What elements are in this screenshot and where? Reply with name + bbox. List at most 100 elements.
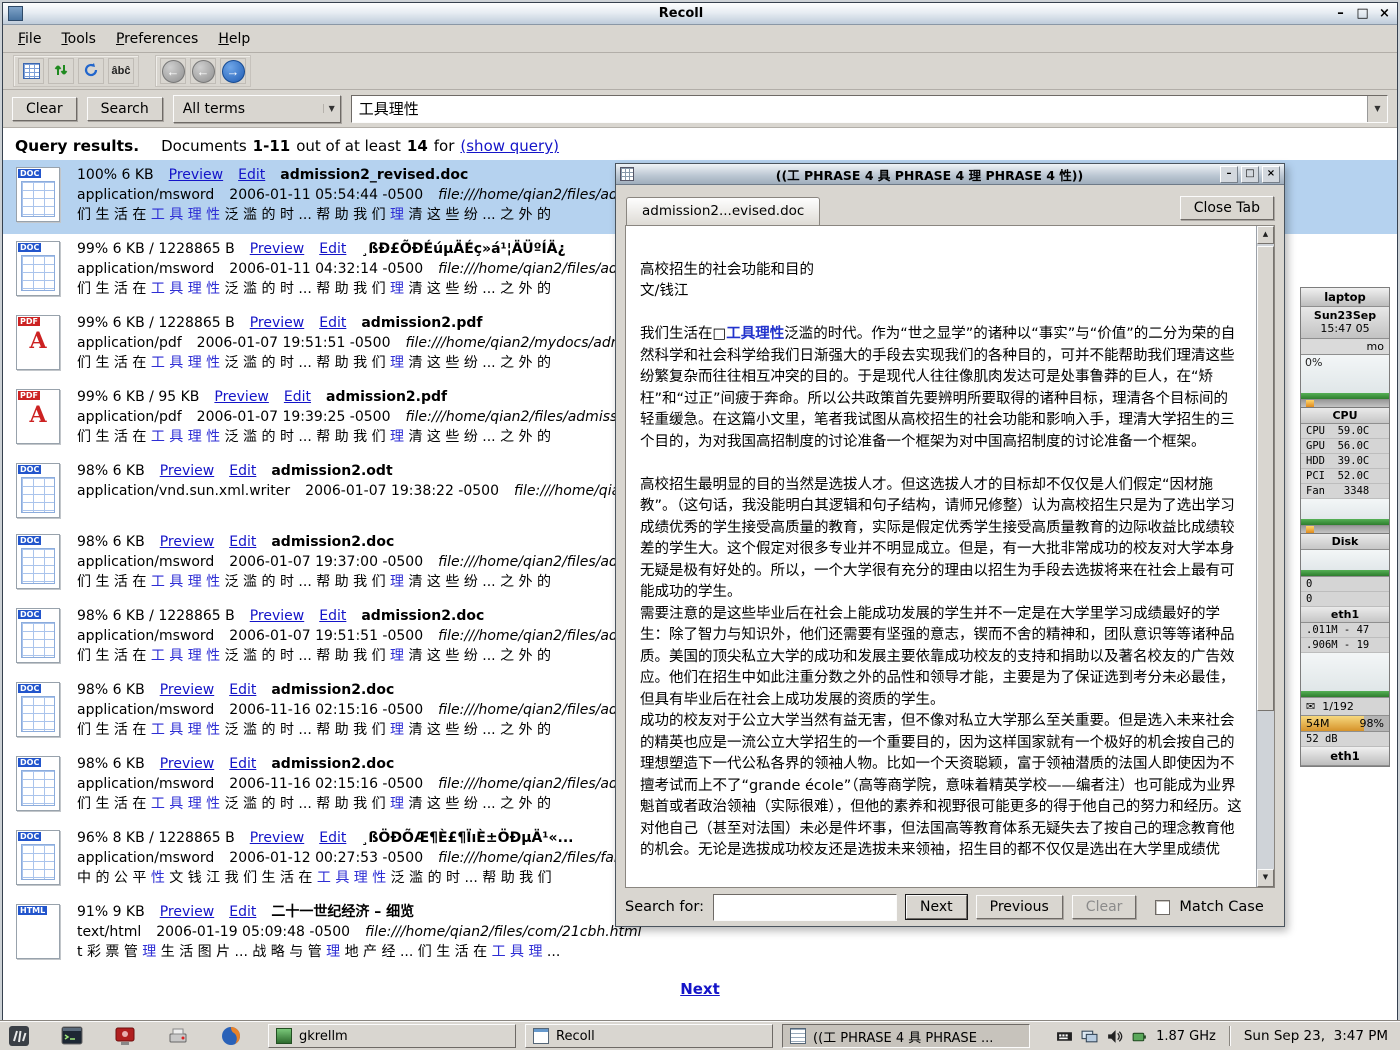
menu-item-preferences[interactable]: Preferences [107,27,207,51]
scroll-up-arrow[interactable]: ▲ [1257,226,1274,244]
close-tab-button[interactable]: Close Tab [1180,196,1274,220]
prev-page-button[interactable]: ← [190,58,216,84]
preview-scrollbar[interactable]: ▲ ▼ [1256,226,1274,887]
result-preview-link[interactable]: Preview [250,313,305,333]
close-button[interactable]: × [1377,6,1392,21]
table-view-button[interactable] [18,58,44,84]
gkrellm-date: Sun23Sep [1301,309,1389,322]
volume-icon[interactable] [1106,1028,1123,1045]
next-page-link[interactable]: Next [680,980,720,998]
window-icon[interactable] [8,6,23,21]
result-preview-link[interactable]: Preview [250,606,305,626]
result-title: 二十一世纪经济 – 细览 [271,902,414,922]
show-query-link[interactable]: (show query) [460,137,559,155]
menu-item-file[interactable]: File [9,27,50,51]
result-preview-link[interactable]: Preview [160,461,215,481]
find-clear-button[interactable]: Clear [1072,895,1137,919]
preview-close-button[interactable]: × [1262,166,1280,183]
search-query-input[interactable] [352,96,1367,122]
result-mimetype: application/vnd.sun.xml.writer [77,481,290,501]
scrollbar-thumb[interactable] [1257,246,1274,711]
result-edit-link[interactable]: Edit [319,239,346,259]
find-previous-button[interactable]: Previous [976,895,1063,919]
result-score-size: 98% 6 KB / 1228865 B [77,606,235,626]
printer-icon[interactable] [167,1025,189,1047]
wm-menu-icon[interactable] [8,1025,30,1047]
result-edit-link[interactable]: Edit [319,828,346,848]
result-edit-link[interactable]: Edit [238,165,265,185]
result-edit-link[interactable]: Edit [229,532,256,552]
clear-button[interactable]: Clear [12,97,77,121]
taskbar-task-button[interactable]: ((工 PHRASE 4 具 PHRASE ... [782,1024,1030,1048]
query-history-dropdown[interactable]: ▼ [1367,96,1387,122]
result-preview-link[interactable]: Preview [169,165,224,185]
preview-maximize-button[interactable]: □ [1241,166,1259,183]
match-case-checkbox[interactable] [1155,900,1170,915]
power-plug-icon[interactable] [1131,1028,1148,1045]
result-preview-link[interactable]: Preview [160,680,215,700]
firefox-icon[interactable] [220,1025,242,1047]
query-combobox: ▼ [351,95,1388,123]
scrollbar-track[interactable] [1257,244,1274,869]
text-run: 清 这 些 纷 ... 之 外 的 [404,207,551,223]
result-preview-link[interactable]: Preview [250,828,305,848]
search-button[interactable]: Search [87,97,163,121]
taskbar-clock[interactable]: Sun Sep 23, 3:47 PM [1244,1028,1388,1044]
gkrellm-clock[interactable]: Sun23Sep 15:47 05 [1301,307,1389,339]
keyboard-layout-icon[interactable] [1056,1028,1073,1045]
task-label: Recoll [556,1029,595,1044]
result-preview-link[interactable]: Preview [214,387,269,407]
text-run: ... [542,944,560,960]
result-score-size: 96% 8 KB / 1228865 B [77,828,235,848]
find-next-button[interactable]: Next [906,895,967,919]
result-edit-link[interactable]: Edit [284,387,311,407]
result-preview-link[interactable]: Preview [250,239,305,259]
result-edit-link[interactable]: Edit [229,461,256,481]
highlighted-term: 理 [390,355,404,371]
preview-tab-bar: admission2...evised.doc Close Tab [616,185,1284,225]
result-title: ¸ßÖÐÕÆ¶È£¶ÏıÈ±ÖÐµÄ¹«... [361,828,573,848]
display-switcher-icon[interactable] [1081,1028,1098,1045]
gkrellm-mail[interactable]: ✉ 1/192 [1301,698,1389,716]
history-button[interactable] [78,58,104,84]
result-edit-link[interactable]: Edit [229,902,256,922]
search-mode-select[interactable]: All terms ▼ [173,95,341,123]
recoll-titlebar[interactable]: Recoll – □ × [3,3,1397,25]
back-button[interactable]: ← [160,58,186,84]
scroll-down-arrow[interactable]: ▼ [1257,869,1274,887]
result-preview-link[interactable]: Preview [160,532,215,552]
term-explorer-button[interactable]: âbĉ [108,58,134,84]
taskbar-task-button[interactable]: gkrellm [268,1024,516,1048]
menu-item-tools[interactable]: Tools [52,27,105,51]
result-preview-link[interactable]: Preview [160,902,215,922]
gkrellm-hostname[interactable]: laptop [1301,288,1389,307]
preview-search-input[interactable] [713,894,897,921]
minimize-button[interactable]: – [1333,6,1348,21]
preview-minimize-button[interactable]: – [1220,166,1238,183]
result-edit-link[interactable]: Edit [229,754,256,774]
text-run: 泛 滥 的 时 ... 帮 助 我 们 [220,796,390,812]
file-icon-doc: DOC [9,680,67,738]
menu-item-help[interactable]: Help [209,27,259,51]
maximize-button[interactable]: □ [1355,6,1370,21]
terminal-icon[interactable] [61,1025,83,1047]
sort-button[interactable] [48,58,74,84]
result-preview-link[interactable]: Preview [160,754,215,774]
preview-titlebar[interactable]: ((工 PHRASE 4 具 PHRASE 4 理 PHRASE 4 性)) –… [616,164,1284,185]
gkrellm-cpu-chart[interactable]: 0% [1301,355,1389,400]
result-edit-link[interactable]: Edit [319,606,346,626]
text-run: 清 这 些 纷 ... 之 外 的 [404,429,551,445]
media-player-icon[interactable] [114,1025,136,1047]
result-edit-link[interactable]: Edit [229,680,256,700]
results-header: Query results. Documents 1-11 out of at … [3,128,1397,160]
result-edit-link[interactable]: Edit [319,313,346,333]
file-icon-pdf: PDFA [9,313,67,371]
taskbar-task-button[interactable]: Recoll [525,1024,773,1048]
gkrellm-memory-meter[interactable]: 54M 98% [1301,716,1389,732]
preview-content[interactable]: 高校招生的社会功能和目的文/钱江 我们生活在□工具理性泛滥的时代。作为“世之显学… [626,226,1256,887]
next-page-button[interactable]: → [220,58,246,84]
gkrellm-mem-percent: 98% [1360,717,1384,730]
highlighted-term: 工 具 理 性 [151,281,220,297]
preview-tab[interactable]: admission2...evised.doc [626,197,820,225]
pagination: Next [3,971,1397,998]
